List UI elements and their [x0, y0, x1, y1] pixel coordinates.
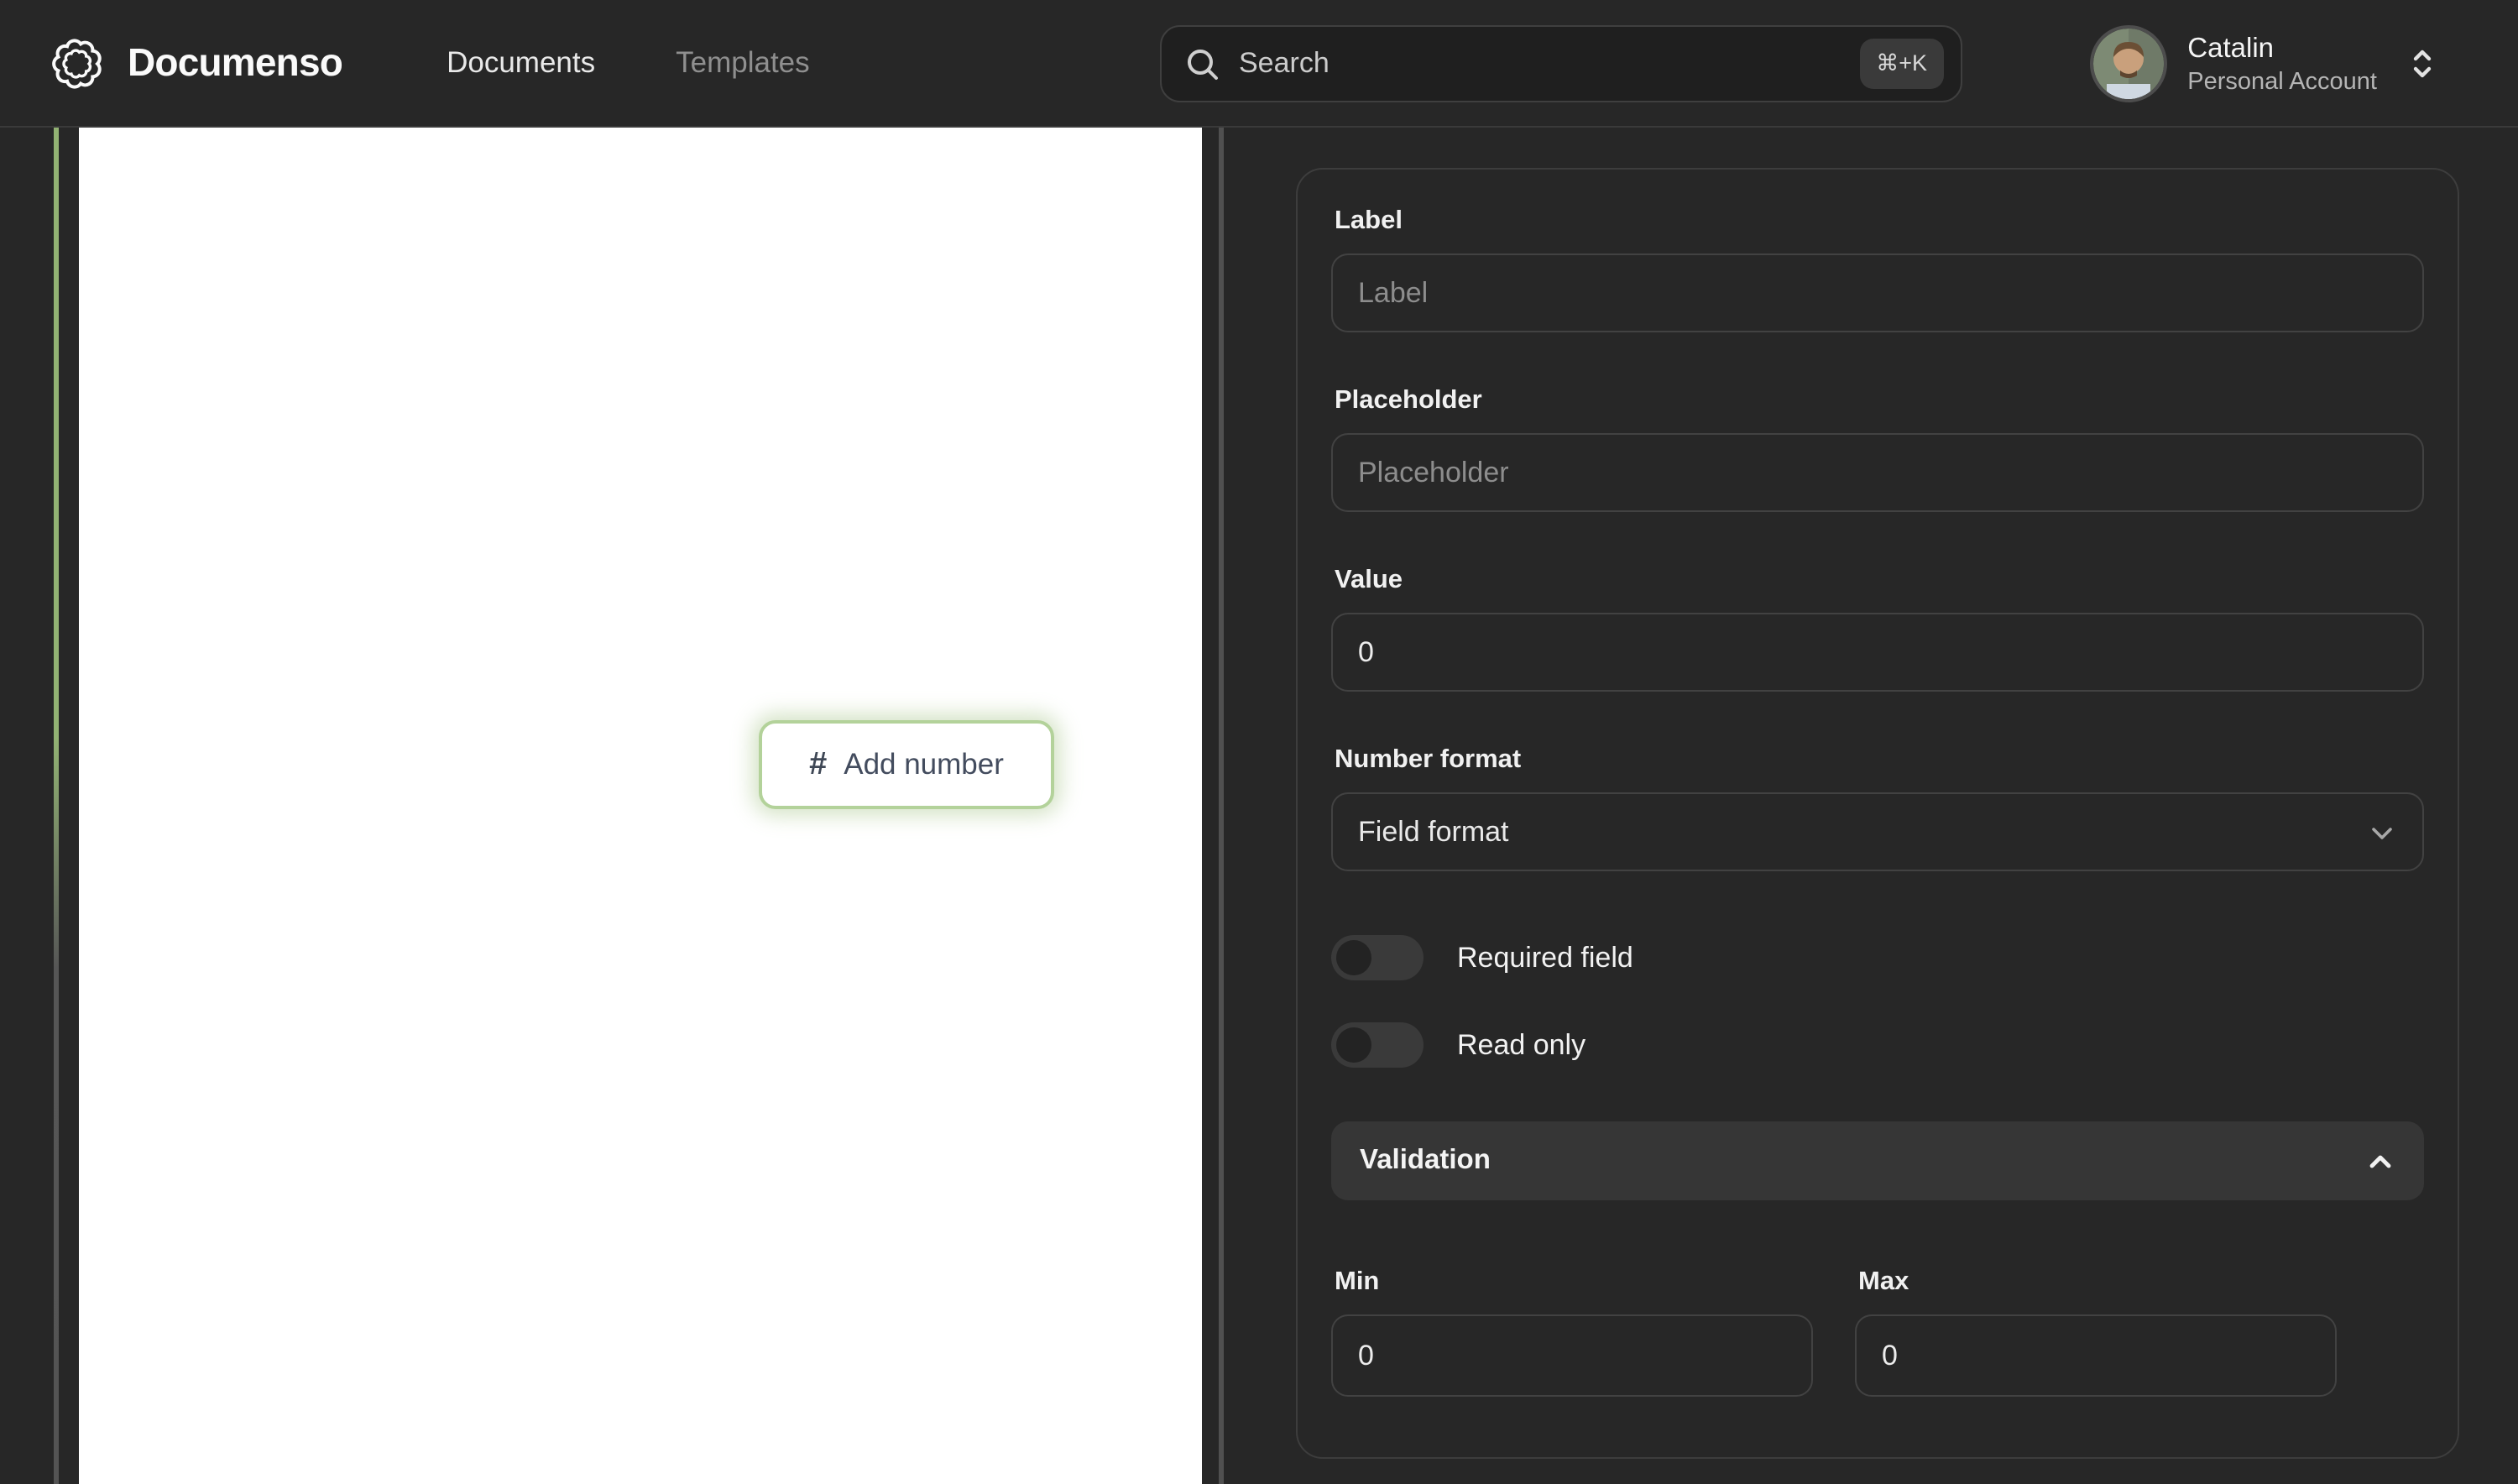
number-format-heading: Number format	[1335, 745, 1522, 774]
validation-minmax-row: Min Max	[1331, 1267, 2424, 1397]
document-page: # Add number	[79, 128, 1202, 1484]
value-field-group: Value	[1331, 566, 2424, 692]
chevron-down-icon	[2367, 817, 2397, 847]
label-input[interactable]	[1331, 253, 2424, 332]
min-field-group: Min	[1331, 1267, 1813, 1397]
read-only-label: Read only	[1457, 1028, 1586, 1060]
read-only-row: Read only	[1331, 1022, 2424, 1068]
account-type: Personal Account	[2187, 68, 2377, 95]
validation-title: Validation	[1360, 1145, 1491, 1175]
account-name: Catalin	[2187, 33, 2275, 63]
search-input[interactable]	[1239, 47, 1841, 81]
label-field-group: Label	[1331, 206, 2424, 332]
value-input[interactable]	[1331, 613, 2424, 692]
nav-item-templates[interactable]: Templates	[676, 45, 810, 81]
read-only-toggle[interactable]	[1331, 1022, 1424, 1068]
placeholder-field-group: Placeholder	[1331, 386, 2424, 512]
number-format-select[interactable]: Field format	[1331, 792, 2424, 871]
value-field-heading: Value	[1335, 566, 1403, 594]
brand-name: Documenso	[128, 40, 343, 84]
min-input[interactable]	[1331, 1314, 1813, 1397]
account-selector-icon	[2407, 44, 2437, 84]
documenso-logo-icon	[50, 36, 104, 90]
hash-icon: #	[809, 746, 828, 781]
max-field-heading: Max	[1858, 1267, 1909, 1296]
nav-item-documents[interactable]: Documents	[447, 45, 595, 81]
max-input[interactable]	[1855, 1314, 2337, 1397]
required-field-label: Required field	[1457, 941, 1633, 973]
account-menu-button[interactable]: Catalin Personal Account	[2090, 25, 2437, 102]
brand-link[interactable]: Documenso	[50, 36, 343, 90]
account-text: Catalin Personal Account	[2187, 29, 2377, 98]
toggle-thumb	[1336, 1027, 1371, 1063]
placeholder-field-heading: Placeholder	[1335, 386, 1482, 415]
chevron-up-icon	[2365, 1146, 2395, 1176]
label-field-heading: Label	[1335, 206, 1403, 235]
primary-nav: Documents Templates	[447, 45, 810, 81]
search-shortcut-hint: ⌘+K	[1859, 39, 1944, 89]
top-nav: Documenso Documents Templates ⌘+K	[0, 0, 2518, 128]
number-format-selected-value: Field format	[1358, 815, 1509, 847]
required-field-toggle[interactable]	[1331, 935, 1424, 980]
number-format-group: Number format Field format	[1331, 745, 2424, 871]
avatar	[2090, 25, 2168, 102]
document-edge-right	[1219, 128, 1224, 1484]
min-field-heading: Min	[1335, 1267, 1380, 1296]
validation-section-header[interactable]: Validation	[1331, 1121, 2424, 1200]
add-number-label: Add number	[844, 747, 1004, 781]
field-settings-panel: Label Placeholder Value Number format Fi…	[1296, 168, 2459, 1459]
placeholder-input[interactable]	[1331, 433, 2424, 512]
add-number-field-button[interactable]: # Add number	[759, 720, 1054, 809]
required-field-row: Required field	[1331, 935, 2424, 980]
app-root: Documenso Documents Templates ⌘+K	[0, 0, 2518, 1484]
max-field-group: Max	[1855, 1267, 2337, 1397]
toggle-thumb	[1336, 940, 1371, 975]
document-edge-gradient-left	[54, 128, 59, 1484]
search-icon	[1185, 46, 1220, 81]
search-bar[interactable]: ⌘+K	[1160, 25, 1962, 102]
